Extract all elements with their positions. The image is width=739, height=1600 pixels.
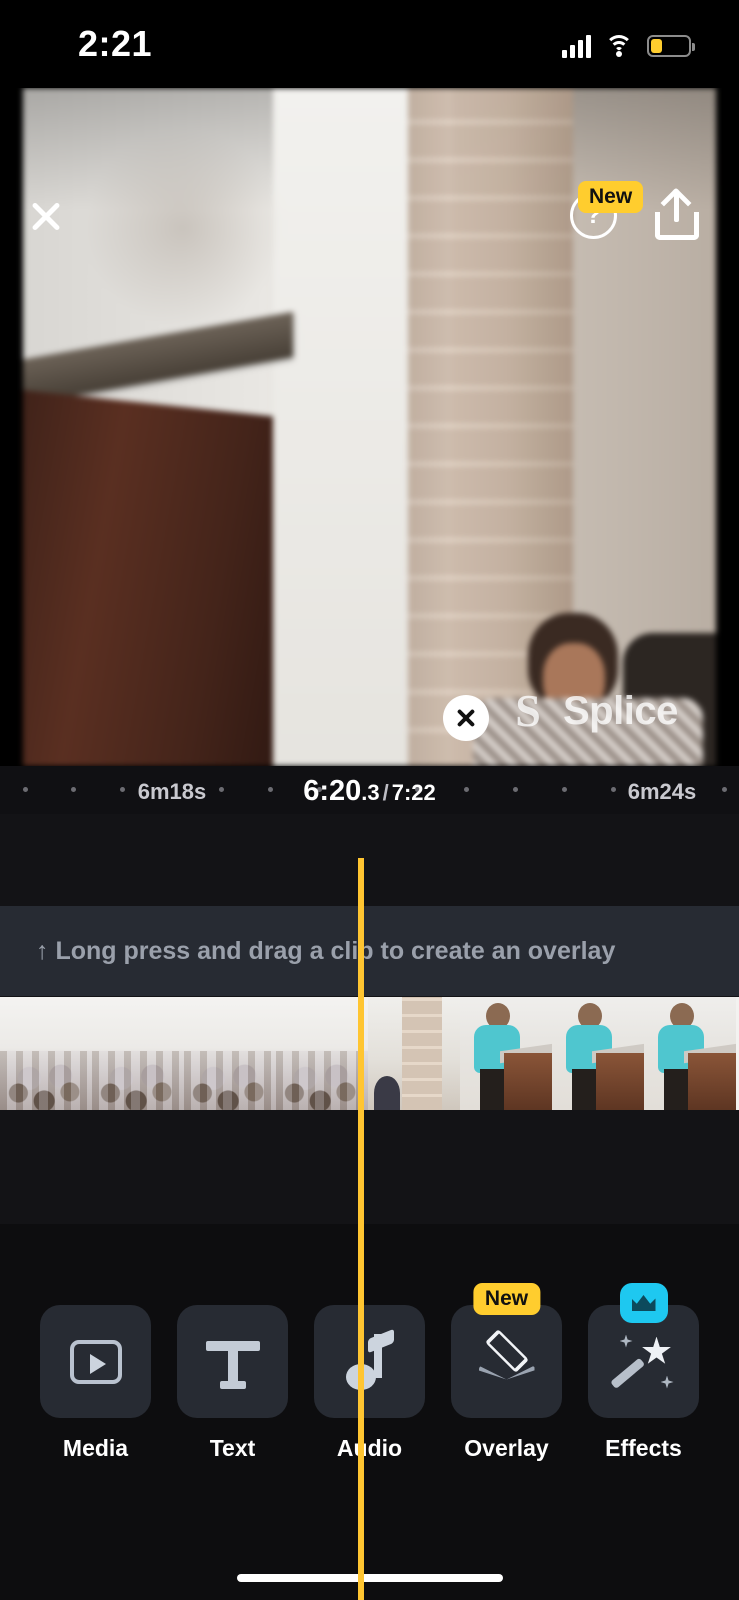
audio-icon bbox=[345, 1328, 394, 1390]
status-time: 2:21 bbox=[78, 23, 153, 64]
battery-low-power-icon bbox=[647, 35, 695, 57]
filmstrip-frame[interactable] bbox=[644, 997, 736, 1110]
filmstrip-frame[interactable] bbox=[552, 997, 644, 1110]
filmstrip-frame[interactable] bbox=[276, 997, 368, 1110]
tool-effects-label: Effects bbox=[605, 1435, 682, 1461]
overlay-hint-bar[interactable]: ↑ Long press and drag a clip to create a… bbox=[0, 906, 739, 996]
tool-effects[interactable]: Effects bbox=[588, 1283, 699, 1462]
signal-bars-icon bbox=[562, 34, 591, 58]
current-time: 6:20 bbox=[303, 775, 362, 807]
tool-text-button[interactable] bbox=[177, 1305, 288, 1418]
current-frac: .3 bbox=[361, 780, 380, 805]
tool-media-button[interactable] bbox=[40, 1305, 151, 1418]
time-separator: / bbox=[382, 780, 389, 805]
filmstrip-frame[interactable] bbox=[184, 997, 276, 1110]
close-icon[interactable] bbox=[28, 198, 64, 234]
timeline-ruler[interactable]: 6m18s 6m24s 6:20 .3 / 7:22 bbox=[0, 766, 739, 814]
overlay-new-badge: New bbox=[472, 1283, 541, 1315]
media-icon bbox=[69, 1339, 122, 1384]
overlay-hint-label: ↑ Long press and drag a clip to create a… bbox=[36, 936, 616, 965]
watermark-close-icon[interactable] bbox=[443, 695, 489, 741]
home-indicator bbox=[236, 1574, 503, 1582]
share-icon[interactable] bbox=[655, 187, 701, 240]
tool-media-label: Media bbox=[62, 1435, 129, 1461]
playhead[interactable] bbox=[358, 858, 364, 1600]
overlay-icon bbox=[477, 1328, 537, 1388]
status-indicators bbox=[562, 30, 695, 58]
tool-audio[interactable]: Audio bbox=[314, 1305, 425, 1462]
help-new-badge: New bbox=[578, 181, 644, 213]
tool-overlay[interactable]: New Overlay bbox=[451, 1283, 562, 1462]
ruler-label-right: 6m24s bbox=[627, 779, 697, 804]
video-preview[interactable]: New ? S Splice bbox=[0, 88, 739, 766]
filmstrip-frame[interactable] bbox=[92, 997, 184, 1110]
tool-text[interactable]: Text bbox=[177, 1305, 288, 1462]
ruler-label-left: 6m18s bbox=[137, 779, 207, 804]
tool-list: Media Text Audio New Overlay Effects bbox=[0, 1283, 739, 1462]
text-icon bbox=[205, 1335, 260, 1389]
status-bar: 2:21 bbox=[0, 0, 739, 88]
tool-overlay-label: Overlay bbox=[464, 1435, 549, 1461]
clip-filmstrip[interactable] bbox=[0, 997, 739, 1110]
tool-audio-label: Audio bbox=[336, 1435, 403, 1461]
wifi-icon bbox=[605, 35, 633, 57]
timeline[interactable]: ↑ Long press and drag a clip to create a… bbox=[0, 814, 739, 1600]
tool-audio-button[interactable] bbox=[314, 1305, 425, 1418]
tool-text-label: Text bbox=[209, 1435, 256, 1461]
filmstrip-frame[interactable] bbox=[460, 997, 552, 1110]
app-screen: 2:21 New ? S Splice 6m18s 6m24s 6:20 .3 … bbox=[0, 0, 739, 1600]
bottom-toolbar: Media Text Audio New Overlay Effects bbox=[0, 1280, 739, 1600]
filmstrip-frame[interactable] bbox=[0, 997, 92, 1110]
crown-icon bbox=[631, 1295, 656, 1311]
effects-icon bbox=[609, 1333, 674, 1391]
tool-overlay-button[interactable] bbox=[451, 1305, 562, 1418]
tool-media[interactable]: Media bbox=[40, 1305, 151, 1462]
total-time: 7:22 bbox=[391, 780, 436, 805]
filmstrip-frame[interactable] bbox=[368, 997, 460, 1110]
premium-crown-badge bbox=[619, 1283, 668, 1323]
time-readout: 6:20 .3 / 7:22 bbox=[303, 775, 436, 808]
